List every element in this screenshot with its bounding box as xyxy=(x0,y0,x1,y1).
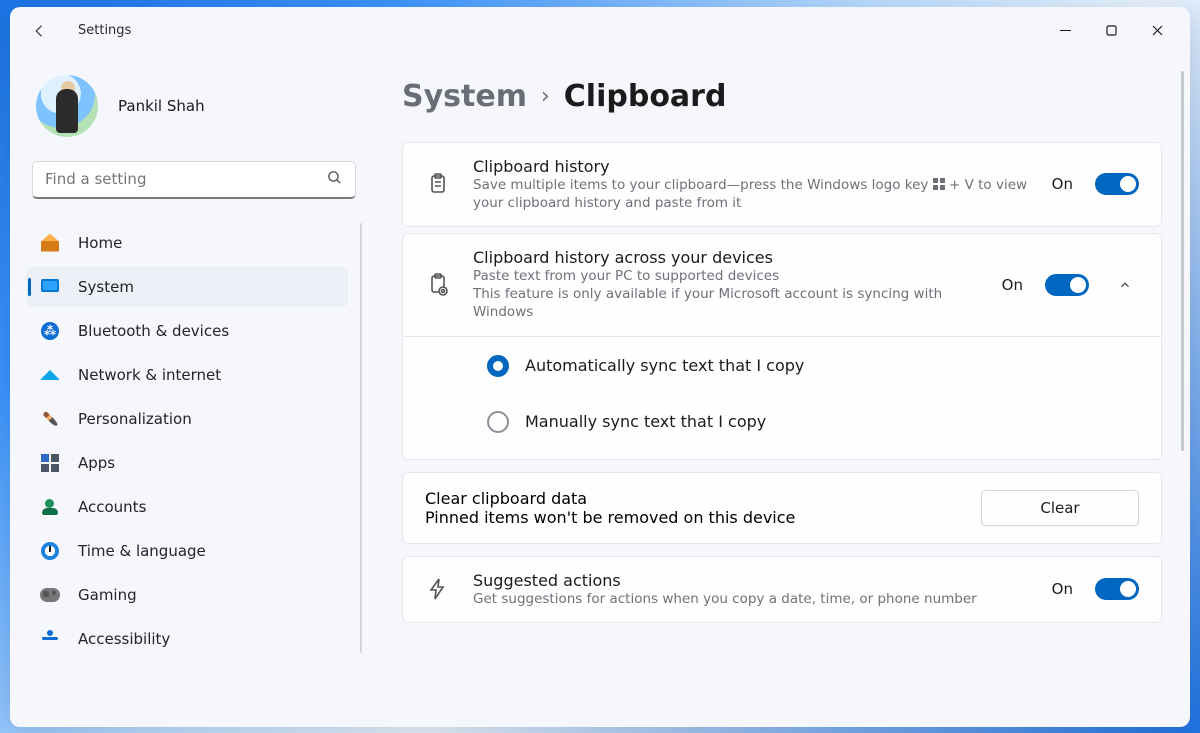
close-button[interactable] xyxy=(1134,13,1180,49)
toggle-sync[interactable] xyxy=(1045,274,1089,296)
card-title: Suggested actions xyxy=(473,571,1030,590)
radio-icon xyxy=(487,355,509,377)
window-controls xyxy=(1042,13,1180,49)
search-input[interactable] xyxy=(45,170,326,188)
nav-label: Gaming xyxy=(78,586,137,604)
card-desc: Pinned items won't be removed on this de… xyxy=(425,508,959,527)
person-icon xyxy=(40,497,60,517)
card-title: Clipboard history xyxy=(473,157,1030,176)
nav-label: Accounts xyxy=(78,498,146,516)
main-scrollbar[interactable] xyxy=(1181,71,1184,451)
sync-options: Automatically sync text that I copy Manu… xyxy=(402,337,1162,460)
breadcrumb-current: Clipboard xyxy=(564,79,727,114)
gamepad-icon xyxy=(40,585,60,605)
card-desc-2: This feature is only available if your M… xyxy=(473,285,980,321)
nav-label: Home xyxy=(78,234,122,252)
home-icon xyxy=(40,233,60,253)
apps-icon xyxy=(40,453,60,473)
clear-button[interactable]: Clear xyxy=(981,490,1139,526)
breadcrumb-parent[interactable]: System xyxy=(402,79,527,114)
app-title: Settings xyxy=(78,23,131,38)
nav-label: Accessibility xyxy=(78,630,170,648)
card-desc: Paste text from your PC to supported dev… xyxy=(473,267,980,285)
settings-window: Settings Pankil Shah xyxy=(10,7,1190,727)
wifi-icon xyxy=(40,365,60,385)
card-title: Clear clipboard data xyxy=(425,489,959,508)
search-icon xyxy=(326,169,343,190)
brush-icon xyxy=(40,409,60,429)
toggle-state: On xyxy=(1002,276,1023,294)
toggle-suggested[interactable] xyxy=(1095,578,1139,600)
sidebar: Pankil Shah Home System xyxy=(10,55,378,727)
nav-accounts[interactable]: Accounts xyxy=(26,487,348,527)
clock-icon xyxy=(40,541,60,561)
radio-label: Automatically sync text that I copy xyxy=(525,356,804,375)
nav-label: Time & language xyxy=(78,542,206,560)
avatar xyxy=(36,75,98,137)
nav-gaming[interactable]: Gaming xyxy=(26,575,348,615)
main-content: System › Clipboard Clipboard history Sav… xyxy=(378,55,1190,727)
nav-label: Network & internet xyxy=(78,366,221,384)
nav-time[interactable]: Time & language xyxy=(26,531,348,571)
radio-label: Manually sync text that I copy xyxy=(525,412,766,431)
nav-system[interactable]: System xyxy=(26,267,348,307)
user-name: Pankil Shah xyxy=(118,97,205,115)
radio-auto-sync[interactable]: Automatically sync text that I copy xyxy=(487,355,1139,377)
nav-apps[interactable]: Apps xyxy=(26,443,348,483)
windows-key-icon xyxy=(933,178,945,190)
card-clipboard-history: Clipboard history Save multiple items to… xyxy=(402,142,1162,227)
lightning-icon xyxy=(425,577,451,601)
back-button[interactable] xyxy=(20,11,60,51)
nav-label: Personalization xyxy=(78,410,192,428)
nav-home[interactable]: Home xyxy=(26,223,348,263)
titlebar: Settings xyxy=(10,7,1190,55)
nav-network[interactable]: Network & internet xyxy=(26,355,348,395)
card-clear: Clear clipboard data Pinned items won't … xyxy=(402,472,1162,544)
maximize-button[interactable] xyxy=(1088,13,1134,49)
toggle-state: On xyxy=(1052,175,1073,193)
toggle-clipboard-history[interactable] xyxy=(1095,173,1139,195)
system-icon xyxy=(40,277,60,297)
chevron-right-icon: › xyxy=(541,84,550,109)
clipboard-sync-icon xyxy=(425,273,451,297)
nav-label: Apps xyxy=(78,454,115,472)
accessibility-icon xyxy=(40,629,60,649)
profile-block[interactable]: Pankil Shah xyxy=(26,75,362,161)
nav-bluetooth[interactable]: ⁂ Bluetooth & devices xyxy=(26,311,348,351)
radio-manual-sync[interactable]: Manually sync text that I copy xyxy=(487,411,1139,433)
card-desc: Get suggestions for actions when you cop… xyxy=(473,590,1030,608)
nav-list: Home System ⁂ Bluetooth & devices Networ… xyxy=(26,223,362,659)
radio-icon xyxy=(487,411,509,433)
nav-label: Bluetooth & devices xyxy=(78,322,229,340)
card-suggested-actions: Suggested actions Get suggestions for ac… xyxy=(402,556,1162,623)
minimize-button[interactable] xyxy=(1042,13,1088,49)
card-title: Clipboard history across your devices xyxy=(473,248,980,267)
nav-accessibility[interactable]: Accessibility xyxy=(26,619,348,659)
search-box[interactable] xyxy=(32,161,356,199)
clipboard-icon xyxy=(425,172,451,196)
card-sync-header[interactable]: Clipboard history across your devices Pa… xyxy=(402,233,1162,337)
toggle-state: On xyxy=(1052,580,1073,598)
card-desc: Save multiple items to your clipboard—pr… xyxy=(473,176,1030,212)
bluetooth-icon: ⁂ xyxy=(40,321,60,341)
chevron-up-icon[interactable] xyxy=(1111,278,1139,292)
nav-personalization[interactable]: Personalization xyxy=(26,399,348,439)
nav-label: System xyxy=(78,278,134,296)
sidebar-scrollbar[interactable] xyxy=(360,223,362,653)
breadcrumb: System › Clipboard xyxy=(402,79,1162,114)
